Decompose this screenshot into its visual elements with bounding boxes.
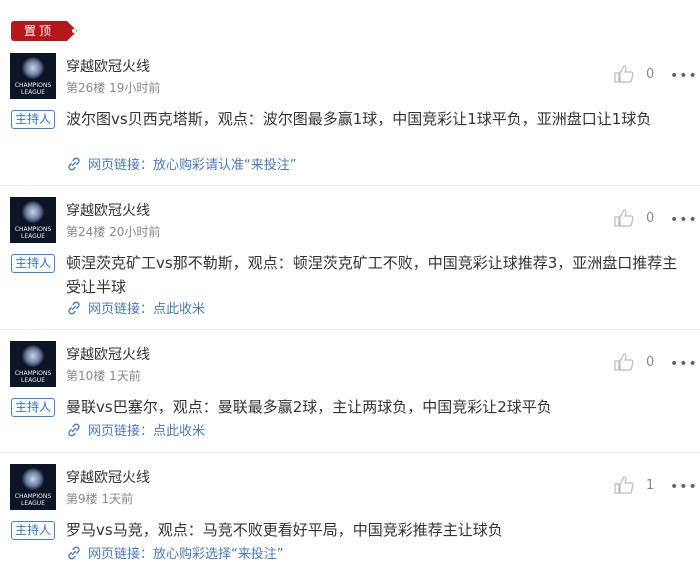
- thumbs-up-icon: [614, 353, 634, 371]
- avatar-logo-text: CHAMPIONS LEAGUE: [14, 82, 52, 96]
- thumbs-up-icon: [614, 476, 634, 494]
- web-link-text[interactable]: 网页链接：放心购彩选择“来投注”: [88, 547, 283, 562]
- post-meta: 第24楼 20小时前: [66, 225, 161, 239]
- post-meta: 第10楼 1天前: [66, 369, 141, 383]
- link-chain-icon: [68, 546, 80, 560]
- avatar-logo-text: CHAMPIONS LEAGUE: [14, 226, 52, 240]
- link-chain-icon: [68, 423, 80, 437]
- web-link-text[interactable]: 网页链接：放心购彩请认准“来投注”: [88, 158, 296, 173]
- star-ball-icon: [22, 201, 44, 223]
- web-link[interactable]: 网页链接：点此收米: [66, 420, 205, 439]
- username[interactable]: 穿越欧冠火线: [66, 56, 150, 76]
- like-count: 0: [646, 67, 655, 82]
- thumbs-up-icon: [614, 65, 634, 83]
- star-ball-icon: [22, 468, 44, 490]
- post-content: 波尔图vs贝西克塔斯，观点：波尔图最多赢1球，中国竞彩让1球平负，亚洲盘口让1球…: [66, 110, 652, 128]
- post-content: 曼联vs巴塞尔，观点：曼联最多赢2球，主让两球负，中国竞彩让2球平负: [66, 398, 552, 416]
- avatar[interactable]: CHAMPIONS LEAGUE: [10, 464, 56, 510]
- like-count: 0: [646, 211, 655, 226]
- divider: [0, 452, 700, 453]
- host-badge: 主持人: [11, 398, 56, 417]
- avatar[interactable]: CHAMPIONS LEAGUE: [10, 341, 56, 387]
- divider: [0, 329, 700, 330]
- like-count: 0: [646, 355, 655, 370]
- more-dots-icon[interactable]: •••: [670, 357, 698, 371]
- divider: [0, 185, 700, 186]
- web-link-text[interactable]: 网页链接：点此收米: [88, 302, 205, 317]
- host-badge: 主持人: [11, 254, 56, 273]
- username[interactable]: 穿越欧冠火线: [66, 467, 150, 487]
- thumbs-up-icon: [614, 209, 634, 227]
- star-ball-icon: [22, 57, 44, 79]
- more-dots-icon[interactable]: •••: [670, 480, 698, 494]
- host-badge: 主持人: [11, 521, 56, 540]
- more-dots-icon[interactable]: •••: [670, 69, 698, 83]
- like-button[interactable]: [614, 476, 634, 494]
- web-link[interactable]: 网页链接：放心购彩请认准“来投注”: [66, 154, 296, 173]
- avatar-logo-text: CHAMPIONS LEAGUE: [14, 493, 52, 507]
- star-ball-icon: [22, 345, 44, 367]
- pinned-tag: 置顶: [11, 21, 77, 41]
- pinned-label: 置顶: [11, 21, 67, 41]
- like-button[interactable]: [614, 65, 634, 83]
- more-dots-icon[interactable]: •••: [670, 213, 698, 227]
- username[interactable]: 穿越欧冠火线: [66, 344, 150, 364]
- like-button[interactable]: [614, 209, 634, 227]
- host-badge: 主持人: [11, 110, 56, 129]
- avatar[interactable]: CHAMPIONS LEAGUE: [10, 197, 56, 243]
- web-link[interactable]: 网页链接：点此收米: [66, 298, 205, 317]
- web-link[interactable]: 网页链接：放心购彩选择“来投注”: [66, 543, 283, 562]
- pinned-tag-dot: [72, 29, 76, 33]
- post-meta: 第26楼 19小时前: [66, 81, 161, 95]
- post-content: 罗马vs马竞，观点：马竞不败更看好平局，中国竞彩推荐主让球负: [66, 521, 503, 539]
- avatar-logo-text: CHAMPIONS LEAGUE: [14, 370, 52, 384]
- post-meta: 第9楼 1天前: [66, 492, 134, 506]
- post-content: 顿涅茨克矿工vs那不勒斯，观点：顿涅茨克矿工不败，中国竞彩让球推荐3，亚洲盘口推…: [66, 254, 678, 296]
- username[interactable]: 穿越欧冠火线: [66, 200, 150, 220]
- like-count: 1: [646, 478, 655, 493]
- like-button[interactable]: [614, 353, 634, 371]
- link-chain-icon: [68, 157, 80, 171]
- web-link-text[interactable]: 网页链接：点此收米: [88, 424, 205, 439]
- link-chain-icon: [68, 301, 80, 315]
- avatar[interactable]: CHAMPIONS LEAGUE: [10, 53, 56, 99]
